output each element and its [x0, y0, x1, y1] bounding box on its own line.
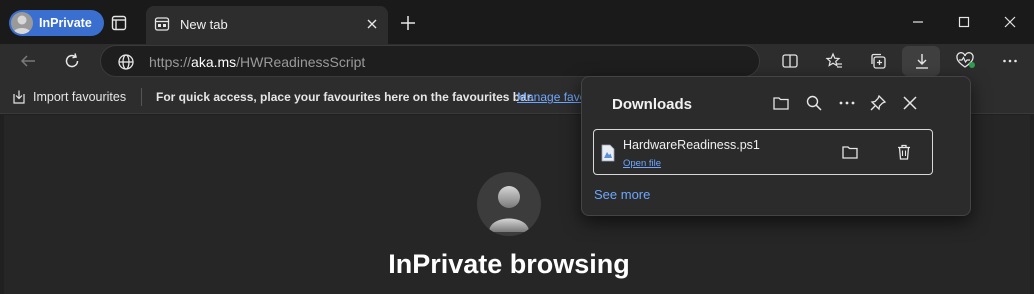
new-tab-button[interactable] — [398, 13, 418, 33]
download-filename: HardwareReadiness.ps1 — [623, 138, 760, 152]
inprivate-profile-button[interactable]: InPrivate — [9, 10, 104, 36]
profile-label: InPrivate — [39, 16, 92, 30]
open-file-link[interactable]: Open file — [623, 158, 661, 169]
import-favourites-label: Import favourites — [33, 90, 127, 104]
star-list-icon — [825, 52, 843, 70]
see-more-link[interactable]: See more — [594, 187, 650, 202]
globe-icon — [117, 53, 135, 71]
close-tab-icon[interactable] — [364, 16, 380, 32]
downloads-button[interactable] — [902, 46, 940, 76]
downloads-flyout: Downloads HardwareReadiness.ps1 Open fil… — [581, 76, 971, 216]
favourites-button[interactable] — [822, 50, 846, 72]
navigation-toolbar: https://aka.ms/HWReadinessScript — [0, 44, 1034, 80]
url-text: https://aka.ms/HWReadinessScript — [149, 54, 365, 70]
tab-new-tab[interactable]: New tab — [146, 6, 388, 44]
search-downloads-icon[interactable] — [805, 94, 823, 112]
page-heading: InPrivate browsing — [388, 249, 630, 279]
manage-favourites-link[interactable]: Manage favourites now — [517, 90, 581, 104]
settings-and-more-button[interactable] — [998, 50, 1022, 72]
close-window-button[interactable] — [998, 12, 1022, 32]
open-downloads-folder-icon[interactable] — [772, 94, 790, 112]
divider — [141, 88, 142, 106]
plus-icon — [400, 15, 416, 31]
favourites-hint-text: For quick access, place your favourites … — [156, 90, 535, 104]
more-horizontal-icon — [1002, 53, 1018, 69]
browser-essentials-button[interactable] — [954, 50, 978, 72]
refresh-icon — [63, 52, 81, 70]
minimize-icon — [912, 16, 924, 28]
tab-title: New tab — [180, 17, 228, 32]
collections-icon — [869, 52, 887, 70]
collections-button[interactable] — [866, 50, 890, 72]
url-path: /HWReadinessScript — [236, 54, 366, 70]
more-options-icon[interactable] — [838, 94, 856, 112]
close-window-icon — [1004, 16, 1016, 28]
title-bar: InPrivate New tab — [0, 0, 1034, 44]
close-icon[interactable] — [901, 94, 919, 112]
show-in-folder-icon[interactable] — [841, 143, 859, 161]
url-domain: aka.ms — [191, 54, 237, 70]
pin-icon[interactable] — [869, 94, 887, 112]
import-favourites-button[interactable]: Import favourites — [11, 89, 126, 105]
split-screen-icon — [781, 52, 799, 70]
heart-pulse-icon — [956, 52, 976, 70]
url-prefix: https:// — [149, 54, 192, 70]
downloads-title: Downloads — [612, 96, 693, 113]
maximize-icon — [958, 16, 970, 28]
address-bar[interactable]: https://aka.ms/HWReadinessScript — [100, 45, 760, 77]
download-icon — [913, 52, 931, 70]
inprivate-avatar-icon — [477, 172, 541, 236]
download-item[interactable]: HardwareReadiness.ps1 Open file — [593, 129, 933, 175]
tab-actions-icon — [111, 15, 127, 31]
split-screen-button[interactable] — [778, 50, 802, 72]
new-tab-icon — [154, 16, 170, 32]
back-button[interactable] — [16, 50, 40, 72]
minimize-button[interactable] — [906, 12, 930, 32]
import-icon — [11, 89, 27, 105]
refresh-button[interactable] — [60, 50, 84, 72]
back-arrow-icon — [19, 52, 37, 70]
profile-avatar-icon — [11, 12, 33, 34]
delete-trash-icon[interactable] — [895, 143, 913, 161]
file-icon — [600, 144, 616, 162]
maximize-button[interactable] — [952, 12, 976, 32]
tab-actions-button[interactable] — [108, 13, 130, 33]
